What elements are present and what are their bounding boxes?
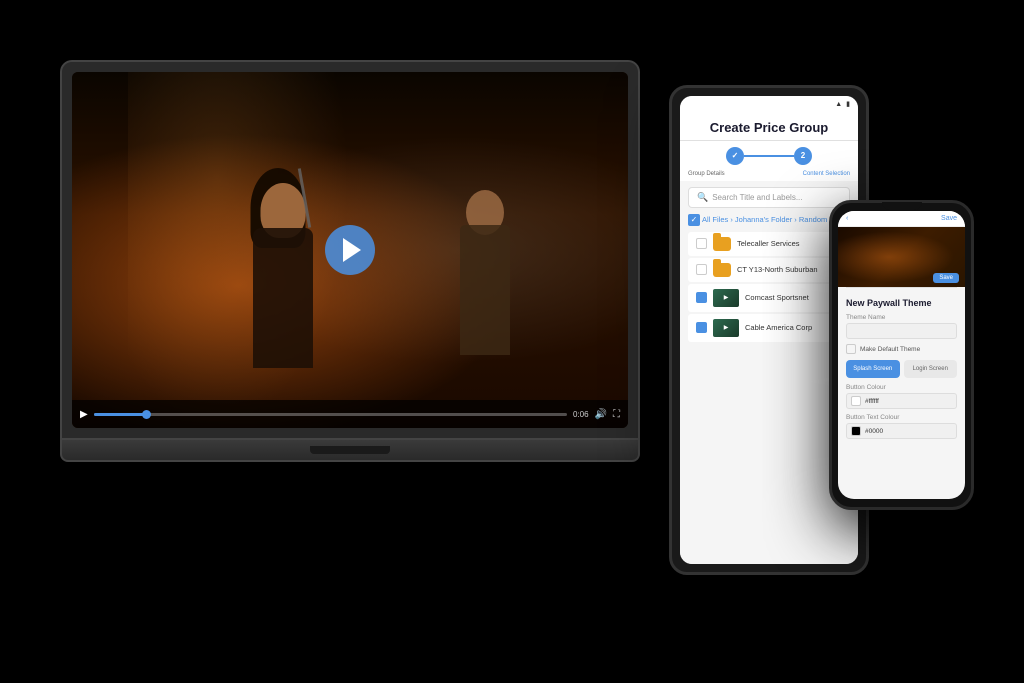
phone-section: New Paywall Theme Theme Name Make Defaul… — [838, 292, 965, 499]
scene: ▶ 0:06 🔊 ⛶ ▲ — [0, 0, 1024, 683]
step-2-label: Content Selection — [803, 171, 850, 177]
default-theme-checkbox[interactable] — [846, 344, 856, 354]
list-item[interactable]: ▶ Cable America Corp — [688, 314, 850, 342]
search-bar[interactable]: 🔍 Search Title and Labels... — [688, 187, 850, 208]
fullscreen-icon[interactable]: ⛶ — [613, 409, 620, 420]
phone: ‹ Save Save New Paywall Theme Theme Name… — [829, 200, 974, 510]
item-checkbox[interactable] — [696, 322, 707, 333]
button-text-color-value: #0000 — [865, 428, 883, 435]
step-1-circle: ✓ — [726, 147, 744, 165]
list-item[interactable]: Telecaller Services — [688, 232, 850, 256]
theme-name-input[interactable] — [846, 323, 957, 339]
volume-icon[interactable]: 🔊 — [595, 409, 607, 420]
guitarist-figure — [425, 125, 545, 355]
section-title: New Paywall Theme — [846, 298, 957, 308]
folder-icon — [713, 237, 731, 251]
folder-icon — [713, 263, 731, 277]
step-1-label: Group Details — [688, 171, 725, 177]
wifi-icon: ▲ — [835, 100, 842, 108]
button-text-color-label: Button Text Colour — [846, 414, 957, 421]
check-icon: ✓ — [691, 215, 698, 224]
laptop-body: ▶ 0:06 🔊 ⛶ — [60, 60, 640, 440]
theme-name-label: Theme Name — [846, 314, 957, 321]
guitarist-body — [460, 225, 510, 355]
screen-tab-row: Splash Screen Login Screen — [846, 360, 957, 378]
save-button[interactable]: Save — [941, 215, 957, 222]
time-display: 0:06 — [573, 410, 589, 419]
file-name: CT Y13-North Suburban — [737, 265, 842, 274]
tablet-header: Create Price Group — [680, 112, 858, 141]
step-2-circle: 2 — [794, 147, 812, 165]
tablet-title: Create Price Group — [690, 120, 848, 136]
button-color-value: #ffffff — [865, 398, 879, 405]
phone-screen: ‹ Save Save New Paywall Theme Theme Name… — [838, 211, 965, 499]
item-checkbox[interactable] — [696, 238, 707, 249]
button-text-color-swatch — [851, 426, 861, 436]
singer-body — [253, 228, 313, 368]
video-controls: ▶ 0:06 🔊 ⛶ — [72, 400, 628, 428]
breadcrumb: All Files › Johanna's Folder › Random — [702, 215, 827, 224]
login-screen-tab[interactable]: Login Screen — [904, 360, 958, 378]
progress-bar[interactable] — [94, 413, 567, 416]
file-name: Comcast Sportsnet — [745, 293, 842, 302]
play-button[interactable] — [325, 225, 375, 275]
phone-save-overlay-btn[interactable]: Save — [933, 273, 959, 283]
video-thumbnail: ▶ — [713, 289, 739, 307]
select-all-checkbox[interactable]: ✓ — [688, 214, 700, 226]
phone-header: ‹ Save — [838, 211, 965, 227]
phone-video-preview: Save — [838, 227, 965, 287]
button-color-input[interactable]: #ffffff — [846, 393, 957, 409]
file-name: Cable America Corp — [745, 323, 842, 332]
step-line — [744, 155, 794, 157]
laptop: ▶ 0:06 🔊 ⛶ — [60, 60, 640, 480]
splash-screen-tab[interactable]: Splash Screen — [846, 360, 900, 378]
laptop-screen: ▶ 0:06 🔊 ⛶ — [72, 72, 628, 428]
play-pause-button[interactable]: ▶ — [80, 409, 88, 420]
button-text-color-input[interactable]: #0000 — [846, 423, 957, 439]
search-icon: 🔍 — [697, 192, 708, 203]
default-theme-row: Make Default Theme — [846, 344, 957, 354]
back-button[interactable]: ‹ — [846, 215, 848, 222]
stepper: ✓ 2 — [680, 141, 858, 171]
search-placeholder: Search Title and Labels... — [712, 193, 802, 202]
item-checkbox[interactable] — [696, 264, 707, 275]
divider — [846, 287, 957, 288]
list-item[interactable]: ▶ Comcast Sportsnet — [688, 284, 850, 312]
button-color-label: Button Colour — [846, 384, 957, 391]
button-color-swatch — [851, 396, 861, 406]
tablet-status-bar: ▲ ▮ — [680, 96, 858, 112]
phone-notch — [882, 202, 922, 210]
progress-dot — [142, 410, 151, 419]
laptop-notch — [310, 446, 390, 454]
item-checkbox[interactable] — [696, 292, 707, 303]
file-name: Telecaller Services — [737, 239, 842, 248]
laptop-base — [60, 440, 640, 462]
video-thumbnail: ▶ — [713, 319, 739, 337]
list-item[interactable]: CT Y13-North Suburban — [688, 258, 850, 282]
battery-icon: ▮ — [846, 100, 850, 108]
step-labels: Group Details Content Selection — [680, 171, 858, 181]
video-background: ▶ 0:06 🔊 ⛶ — [72, 72, 628, 428]
default-theme-label: Make Default Theme — [860, 346, 920, 353]
play-icon — [343, 238, 361, 262]
